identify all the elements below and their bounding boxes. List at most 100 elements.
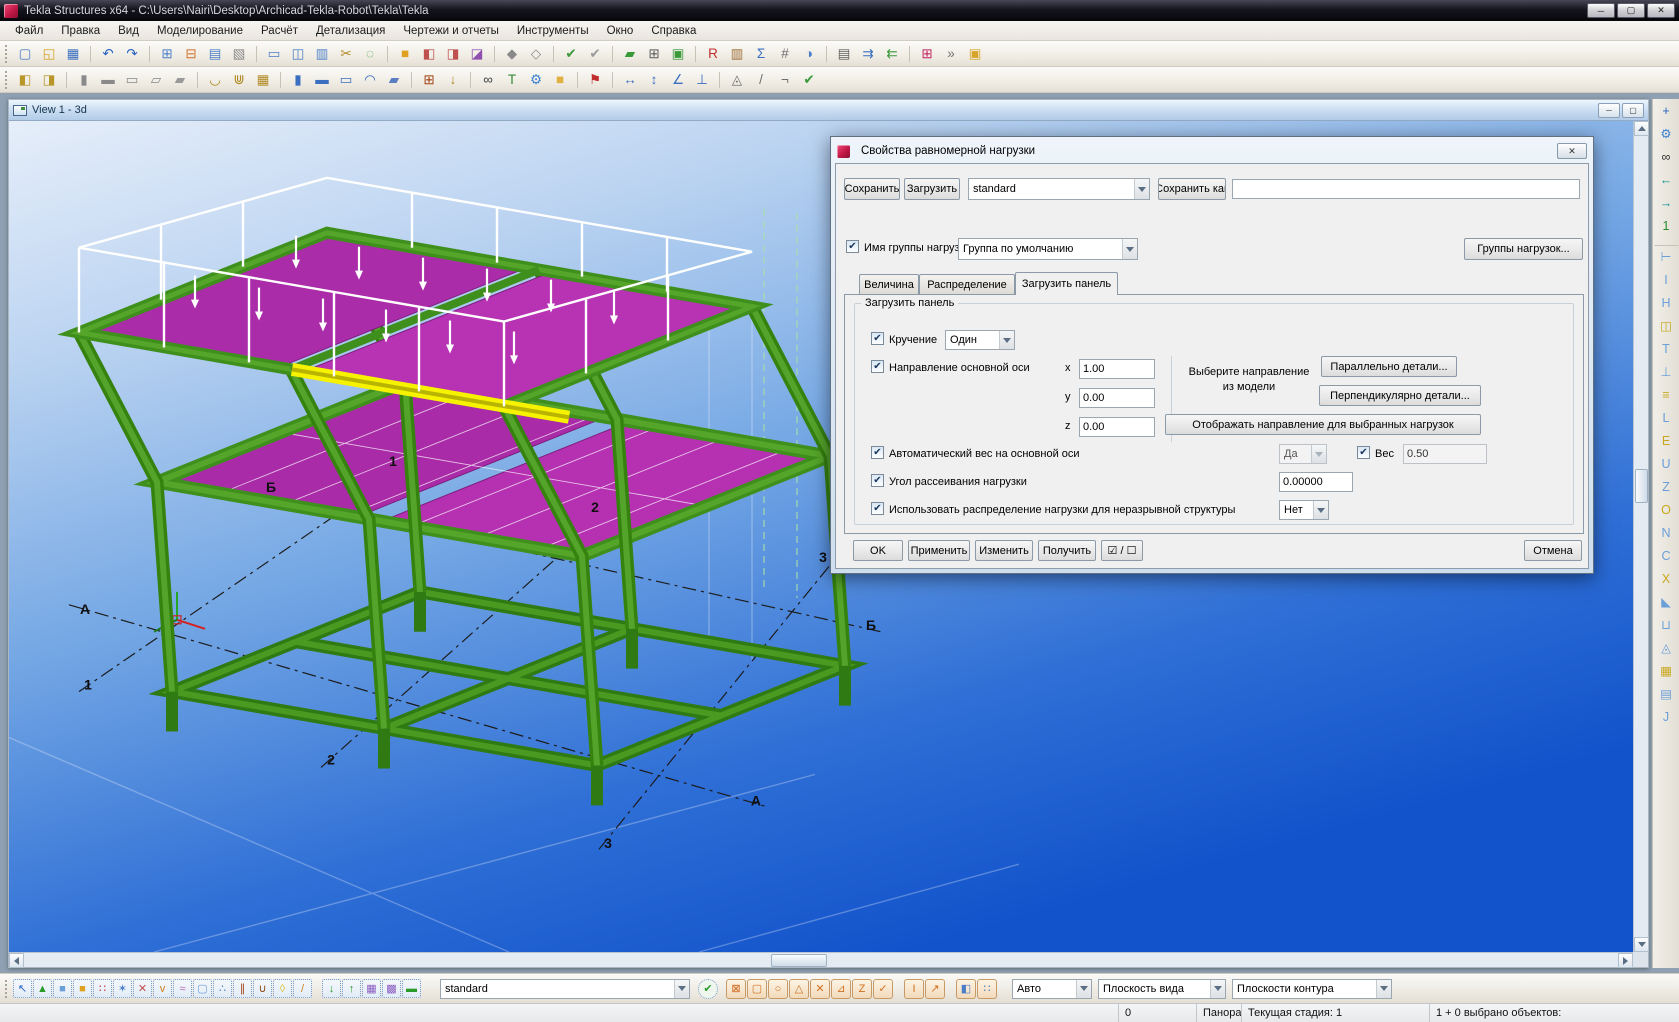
snap-depth-combo[interactable]: Авто	[1012, 979, 1092, 999]
view-restore-button[interactable]: ▢	[1622, 103, 1644, 118]
profile-combo[interactable]: standard	[968, 178, 1150, 200]
grid-create-icon[interactable]: ⊞	[642, 43, 666, 65]
menu-window[interactable]: Окно	[598, 23, 643, 39]
select-distances-icon[interactable]: /	[293, 979, 312, 998]
snap-grid-icon[interactable]: ∷	[977, 979, 997, 999]
menu-edit[interactable]: Правка	[52, 23, 109, 39]
auto-weight-combo[interactable]: Да	[1279, 444, 1327, 464]
phase-manager-icon[interactable]: ▰	[618, 43, 642, 65]
menu-tools[interactable]: Инструменты	[508, 23, 598, 39]
point-basic-icon[interactable]: ◆	[500, 43, 524, 65]
weight-checkbox[interactable]	[1357, 446, 1370, 459]
modify-button[interactable]: Изменить	[975, 540, 1033, 561]
panel-icon[interactable]: ■	[548, 69, 572, 91]
tab-magnitude[interactable]: Величина	[859, 274, 919, 294]
cut-icon[interactable]: ✂	[334, 43, 358, 65]
chevron-down-icon[interactable]	[999, 331, 1014, 349]
save-model-icon[interactable]: ▦	[61, 43, 85, 65]
view-vertical-scrollbar[interactable]	[1633, 121, 1648, 952]
weld-icon[interactable]: ◬	[725, 69, 749, 91]
save-as-button[interactable]: Сохранить как	[1158, 178, 1226, 200]
copy-icon[interactable]: ⊞	[155, 43, 179, 65]
cancel-button[interactable]: Отмена	[1524, 540, 1582, 561]
select-filter-up-icon[interactable]: ↑	[342, 979, 361, 998]
stiffener-icon[interactable]: ≡	[1654, 383, 1679, 406]
back-icon[interactable]: ←	[1654, 168, 1679, 191]
snap-depth-icon[interactable]: I	[904, 979, 924, 999]
snap-perpendicular-icon[interactable]: ⊿	[831, 979, 851, 999]
snap-nearest-icon[interactable]: ✓	[873, 979, 893, 999]
connection-check-icon[interactable]: ✔	[583, 43, 607, 65]
chevron-down-icon[interactable]	[1210, 980, 1225, 998]
component-catalog-icon[interactable]: ⚙	[1654, 122, 1679, 145]
save-as-input[interactable]	[1232, 179, 1580, 199]
new-view-icon[interactable]: ▭	[262, 43, 286, 65]
phase-1-icon[interactable]: 1	[1654, 214, 1679, 237]
select-connections-icon[interactable]: ∥	[233, 979, 252, 998]
new-model-icon[interactable]: ▢	[13, 43, 37, 65]
concrete-beam-icon[interactable]: ▬	[310, 69, 334, 91]
steel-polybeam-icon[interactable]: ▭	[120, 69, 144, 91]
clip-angle-icon[interactable]: I	[1654, 268, 1679, 291]
profile-catalog-icon[interactable]: ▥	[725, 43, 749, 65]
end-plate-icon[interactable]: ⊢	[1654, 245, 1679, 268]
redo-icon[interactable]: ↷	[120, 43, 144, 65]
print-icon[interactable]: ▤	[832, 43, 856, 65]
export-icon[interactable]: ⇉	[856, 43, 880, 65]
anchor-icon[interactable]: ↓	[441, 69, 465, 91]
maximize-button[interactable]: ▢	[1617, 3, 1645, 18]
flag-icon[interactable]: ⚑	[583, 69, 607, 91]
steel-plate-icon[interactable]: ▱	[144, 69, 168, 91]
select-planes-icon[interactable]: ◊	[273, 979, 292, 998]
ok-button[interactable]: OK	[853, 540, 903, 561]
bolt-icon[interactable]: ⊞	[417, 69, 441, 91]
measure-x-icon[interactable]: ↔	[618, 69, 642, 91]
select-cuts-icon[interactable]: ≈	[173, 979, 192, 998]
select-area-icon[interactable]: ◌	[358, 43, 382, 65]
select-parts-icon[interactable]: ■	[53, 979, 72, 998]
bracing-bolts-icon[interactable]: X	[1654, 567, 1679, 590]
select-grid-lines-icon[interactable]: ✕	[133, 979, 152, 998]
snap-intersections-icon[interactable]: ✕	[810, 979, 830, 999]
select-fine-up-icon[interactable]: ▩	[382, 979, 401, 998]
load-button[interactable]: Загрузить	[904, 178, 960, 200]
snap-override-icon[interactable]: ✔	[698, 979, 718, 999]
scroll-up-icon[interactable]	[1634, 121, 1649, 136]
axis-direction-checkbox[interactable]	[871, 360, 884, 373]
contour-planes-combo[interactable]: Плоскости контура	[1232, 979, 1392, 999]
weight-input[interactable]	[1403, 444, 1487, 464]
snap-lines-icon[interactable]: ▢	[747, 979, 767, 999]
continuous-structure-checkbox[interactable]	[871, 502, 884, 515]
chevron-down-icon[interactable]	[1076, 980, 1091, 998]
apply-button[interactable]: Применить	[908, 540, 970, 561]
torsion-checkbox[interactable]	[871, 332, 884, 345]
menu-modeling[interactable]: Моделирование	[148, 23, 252, 39]
concrete-column-icon[interactable]: ▮	[286, 69, 310, 91]
create-part-icon[interactable]: ■	[393, 43, 417, 65]
view-title-bar[interactable]: View 1 - 3d ─▢	[9, 100, 1648, 121]
tekla-online-icon[interactable]: ⊞	[915, 43, 939, 65]
menu-detailing[interactable]: Детализация	[307, 23, 394, 39]
steel-beam-icon[interactable]: ▬	[96, 69, 120, 91]
auto-connection-icon[interactable]: ✔	[559, 43, 583, 65]
copy-special-icon[interactable]: ⊟	[179, 43, 203, 65]
template-editor-icon[interactable]: Σ	[749, 43, 773, 65]
fitting-line-icon[interactable]: ¬	[773, 69, 797, 91]
select-points-icon[interactable]: ∷	[93, 979, 112, 998]
perpendicular-to-part-button[interactable]: Перпендикулярно детали...	[1319, 385, 1481, 406]
snap-any-icon[interactable]: Z	[852, 979, 872, 999]
toolbar-grip[interactable]	[5, 45, 9, 63]
check-model-icon[interactable]: ✔	[797, 69, 821, 91]
spread-angle-input[interactable]	[1279, 472, 1353, 492]
contour-plate-icon[interactable]: ▰	[168, 69, 192, 91]
phase-clock-icon[interactable]: ◑	[797, 43, 821, 65]
select-fine-down-icon[interactable]: ▦	[362, 979, 381, 998]
seating-icon[interactable]: U	[1654, 452, 1679, 475]
find-binoculars-icon[interactable]: ∞	[476, 69, 500, 91]
auto-weight-checkbox[interactable]	[871, 446, 884, 459]
lifting-hook-icon[interactable]: J	[1654, 705, 1679, 728]
select-filter-combo[interactable]: standard	[440, 979, 690, 999]
rotate-part-icon[interactable]: ◪	[465, 43, 489, 65]
curved-beam-icon[interactable]: ◠	[358, 69, 382, 91]
snap-direction-icon[interactable]: ↗	[925, 979, 945, 999]
